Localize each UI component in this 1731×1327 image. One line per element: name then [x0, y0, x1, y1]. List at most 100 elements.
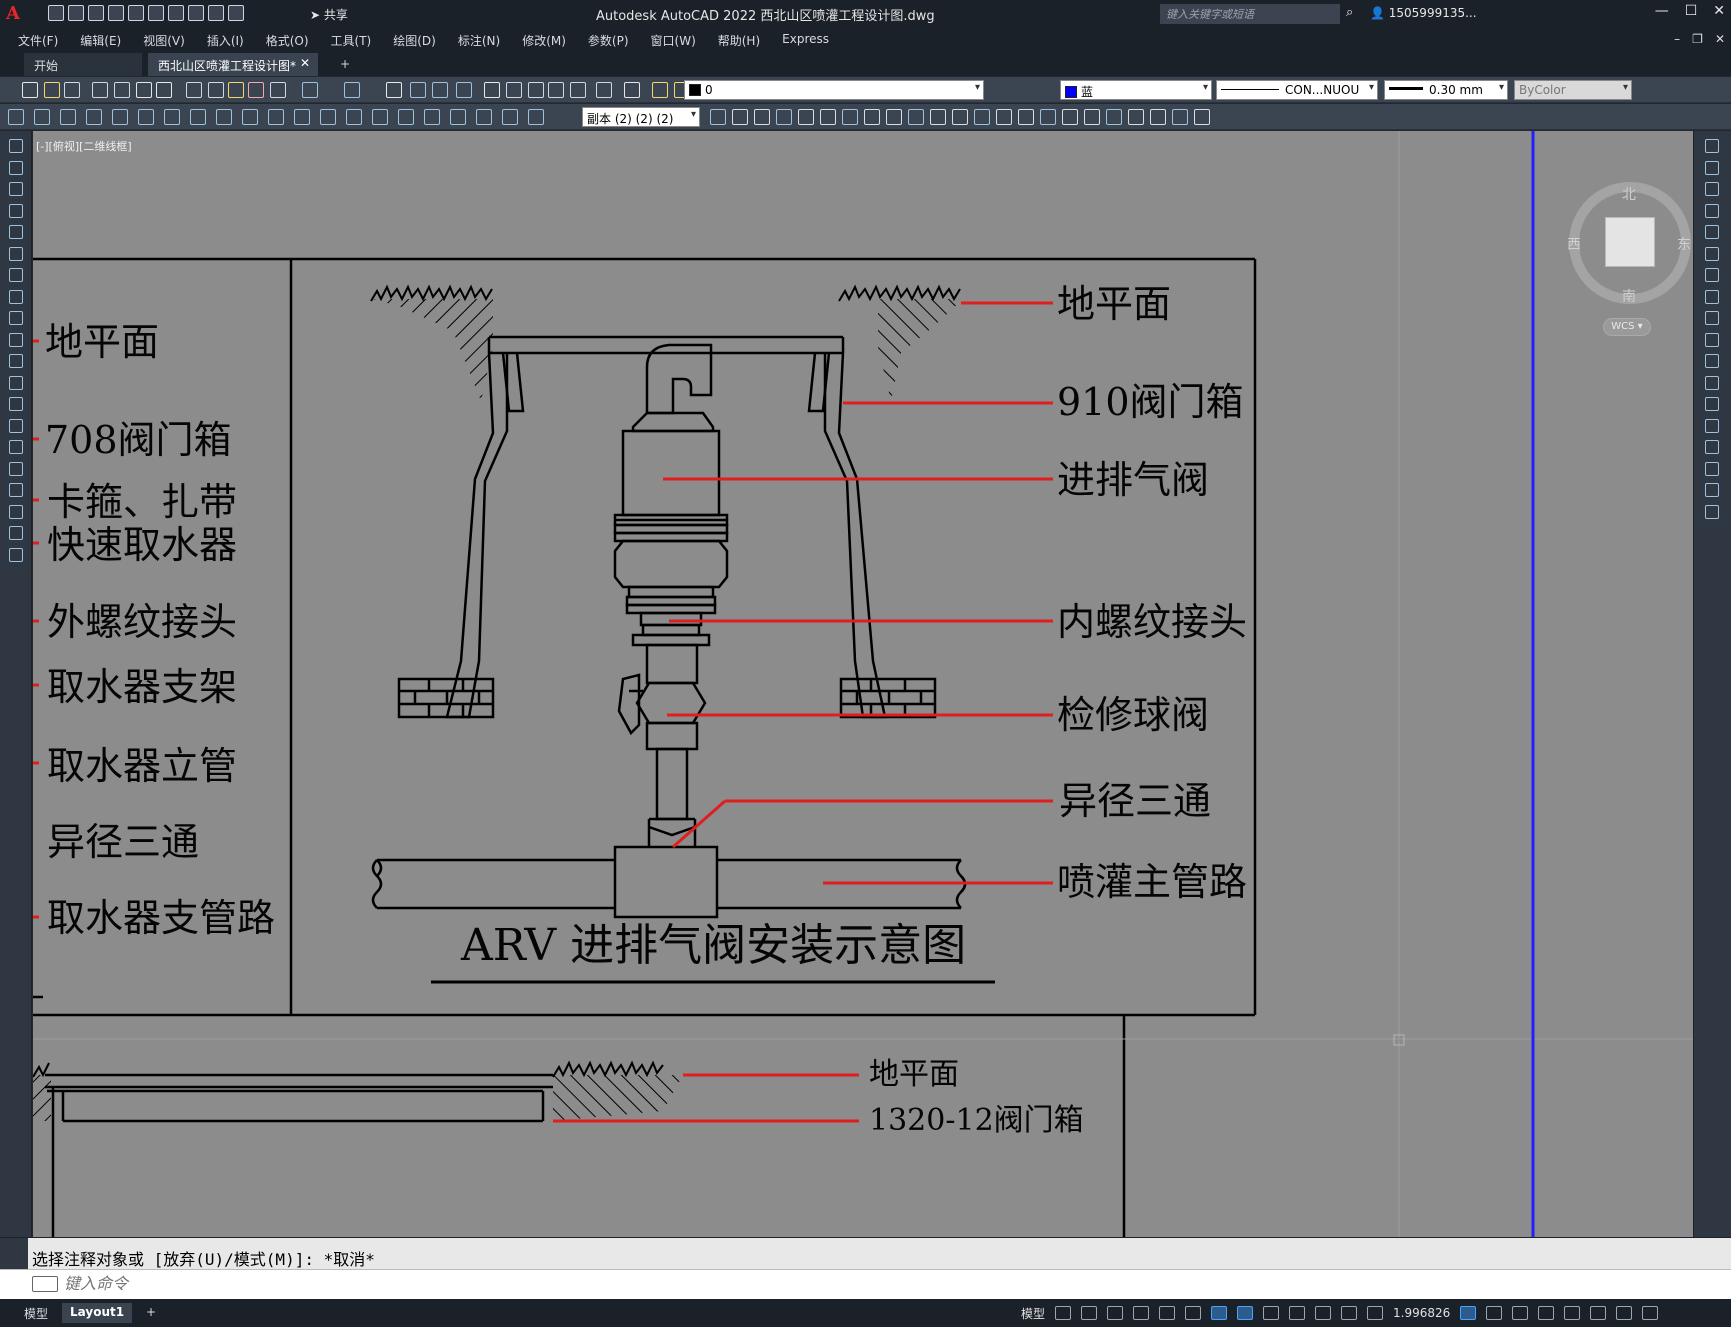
left-label-ground[interactable]: 地平面: [45, 323, 159, 361]
region-icon[interactable]: [9, 483, 23, 497]
grid-icon[interactable]: [1055, 1306, 1072, 1320]
viewcube-north[interactable]: 北: [1622, 184, 1636, 204]
menu-item-8[interactable]: 修改(M): [522, 32, 566, 49]
zoom-realtime-icon[interactable]: [410, 82, 426, 98]
dim-space-icon[interactable]: [294, 109, 310, 125]
left-label-reducing-tee[interactable]: 异径三通: [47, 823, 199, 861]
ordinate-icon[interactable]: [112, 109, 128, 125]
customize-qa-icon[interactable]: [228, 5, 244, 21]
mirror-icon[interactable]: [1705, 182, 1719, 196]
left-label-valve-box-708[interactable]: 708阀门箱: [45, 421, 232, 459]
command-prompt-icon[interactable]: [32, 1276, 58, 1292]
leaders-front-icon[interactable]: [864, 109, 880, 125]
autocad-logo-icon[interactable]: A: [6, 3, 20, 24]
multiline-text-icon[interactable]: [9, 526, 23, 540]
viewcube[interactable]: 北 南 东 西 WCS ▾: [1555, 176, 1693, 406]
arc-length-icon[interactable]: [86, 109, 102, 125]
menu-item-4[interactable]: 格式(O): [266, 32, 309, 49]
layer-dropdown[interactable]: 0 ▾: [684, 80, 984, 100]
polygon-icon[interactable]: [9, 203, 23, 218]
erase-icon[interactable]: [1705, 139, 1719, 153]
move-icon[interactable]: [1705, 246, 1719, 261]
maximize-icon[interactable]: ☐: [1685, 3, 1698, 19]
lineweight-icon[interactable]: [1237, 1306, 1254, 1320]
object-snap-icon[interactable]: [1211, 1306, 1228, 1320]
polar-icon[interactable]: [1133, 1306, 1150, 1320]
polyline-icon[interactable]: [9, 182, 23, 196]
rectangle-icon[interactable]: [9, 225, 23, 239]
aligned-dim-icon[interactable]: [60, 109, 76, 125]
add-layout-button[interactable]: +: [138, 1303, 164, 1323]
menu-item-3[interactable]: 插入(I): [207, 32, 244, 49]
dim-edit-icon[interactable]: [450, 109, 466, 125]
web-mobile-icon[interactable]: [128, 5, 144, 21]
units-icon[interactable]: [1538, 1306, 1555, 1320]
all-annot-front-icon[interactable]: [908, 109, 924, 125]
zoom-previous-icon[interactable]: [456, 82, 472, 98]
quick-properties-icon[interactable]: [1564, 1306, 1581, 1320]
menu-item-6[interactable]: 绘图(D): [393, 32, 436, 49]
markup-icon[interactable]: [570, 82, 586, 98]
search-input[interactable]: 键入关键字或短语: [1160, 4, 1340, 24]
gizmo-icon[interactable]: [1289, 1306, 1306, 1320]
clip-icon[interactable]: [1040, 109, 1056, 125]
tool-palettes-icon[interactable]: [528, 82, 544, 98]
explode-icon[interactable]: [1705, 504, 1719, 519]
pan-icon[interactable]: [386, 82, 402, 98]
right-label-ball-valve[interactable]: 检修球阀: [1057, 696, 1209, 734]
bottom-label-ground[interactable]: 地平面: [869, 1060, 959, 1090]
fullscreen-icon[interactable]: [1616, 1306, 1633, 1320]
arc-icon[interactable]: [9, 246, 23, 261]
redo-icon[interactable]: [344, 82, 360, 98]
menu-item-10[interactable]: 窗口(W): [651, 32, 696, 49]
scale-icon[interactable]: [1705, 289, 1719, 304]
tab-layout1[interactable]: Layout1: [62, 1303, 133, 1323]
menu-item-7[interactable]: 标注(N): [458, 32, 500, 49]
menu-item-1[interactable]: 编辑(E): [80, 32, 121, 49]
search-icon[interactable]: ⌕: [1346, 5, 1353, 20]
adjust-icon[interactable]: [1062, 109, 1078, 125]
new-tab-button[interactable]: +: [330, 53, 360, 76]
plot-icon[interactable]: [92, 82, 108, 98]
close-icon[interactable]: ✕: [1713, 3, 1725, 19]
refclose-icon[interactable]: [1194, 109, 1210, 125]
left-label-male-connector[interactable]: 外螺纹接头: [47, 603, 237, 641]
trim-icon[interactable]: [1705, 332, 1719, 347]
break-at-point-icon[interactable]: [1705, 375, 1719, 390]
left-label-branch-pipe[interactable]: 取水器支管路: [47, 899, 275, 937]
lock-ui-icon[interactable]: [1341, 1306, 1358, 1320]
help-icon[interactable]: [624, 82, 640, 98]
blend-curves-icon[interactable]: [1705, 483, 1719, 497]
line-icon[interactable]: [9, 139, 23, 153]
make-block-icon[interactable]: [9, 397, 23, 411]
workspace-gear-icon[interactable]: [1486, 1306, 1503, 1320]
join-icon[interactable]: [1705, 418, 1719, 433]
angular-icon[interactable]: [216, 109, 232, 125]
gradient-icon[interactable]: [9, 461, 23, 476]
layer-properties-icon[interactable]: [652, 82, 668, 98]
circle-icon[interactable]: [9, 268, 23, 282]
user-account[interactable]: 👤 1505999135...: [1370, 6, 1477, 20]
selection-cycling-icon[interactable]: [1263, 1306, 1280, 1320]
ellipse-arc-icon[interactable]: [9, 354, 23, 368]
tolerance-icon[interactable]: [346, 109, 362, 125]
left-label-riser[interactable]: 取水器立管: [47, 747, 237, 785]
refedit-icon[interactable]: [1150, 109, 1166, 125]
continue-icon[interactable]: [268, 109, 284, 125]
menu-item-9[interactable]: 参数(P): [588, 32, 629, 49]
ortho-icon[interactable]: [1107, 1306, 1124, 1320]
command-input[interactable]: [64, 1274, 1564, 1296]
save-icon[interactable]: [88, 5, 104, 21]
doc-minimize-icon[interactable]: –: [1674, 32, 1680, 46]
jogged-icon[interactable]: [164, 109, 180, 125]
copy-icon[interactable]: [208, 82, 224, 98]
dimstyle-dropdown[interactable]: 副本 (2) (2) (2) ▾: [582, 107, 700, 127]
annotation-monitor-icon[interactable]: [1512, 1306, 1529, 1320]
dim-update-icon[interactable]: [502, 109, 518, 125]
redo-icon[interactable]: [208, 5, 224, 21]
spline-icon[interactable]: [9, 311, 23, 325]
group-icon[interactable]: [930, 109, 946, 125]
frames-icon[interactable]: [1084, 109, 1100, 125]
group-select-icon[interactable]: [996, 109, 1012, 125]
quickcalc-icon[interactable]: [596, 82, 612, 98]
